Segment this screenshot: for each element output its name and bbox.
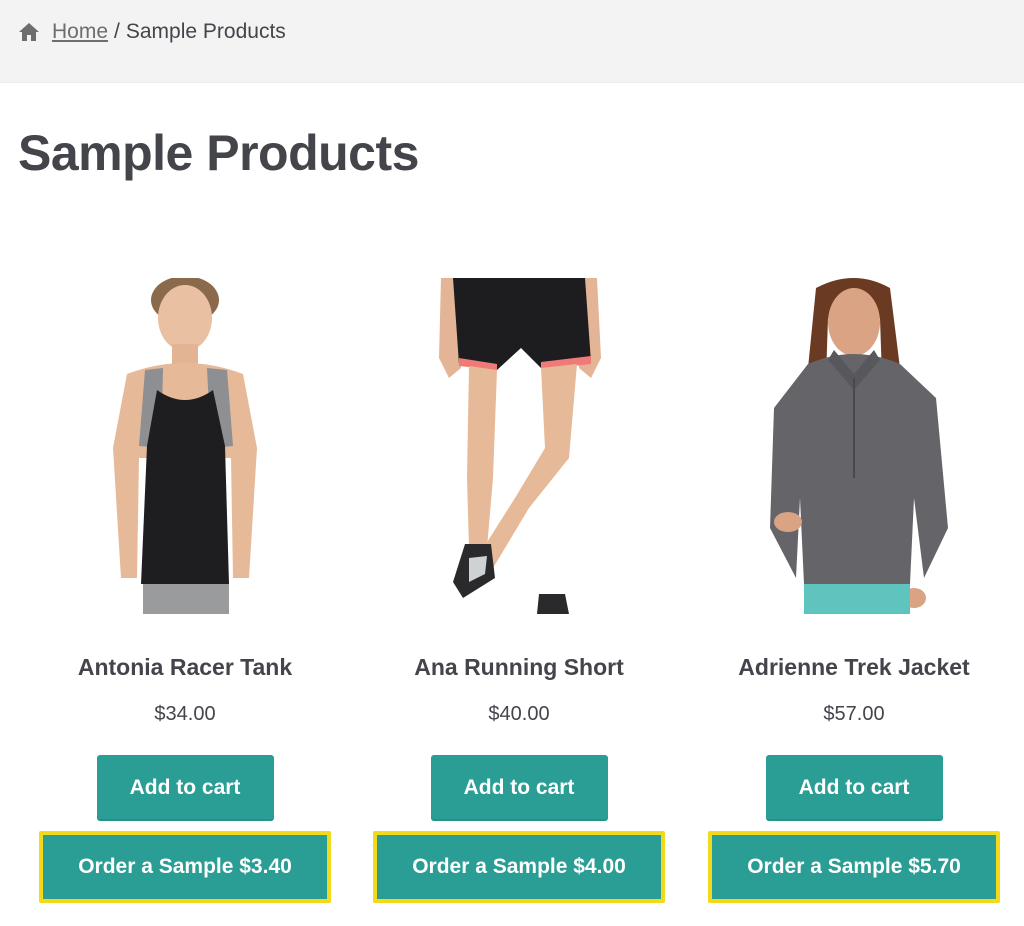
product-image-adrienne-trek-jacket[interactable]: [704, 278, 1004, 614]
product-name[interactable]: Ana Running Short: [414, 654, 624, 681]
breadcrumb-home-link[interactable]: Home: [52, 20, 108, 44]
breadcrumb-current: Sample Products: [125, 20, 286, 43]
add-to-cart-button[interactable]: Add to cart: [430, 755, 608, 821]
product-price: $40.00: [488, 703, 550, 725]
product-card: Adrienne Trek Jacket $57.00 Add to cart …: [704, 278, 1004, 903]
order-sample-button[interactable]: Order a Sample $3.40: [39, 831, 331, 903]
product-image-ana-running-short[interactable]: [369, 278, 669, 614]
page-title: Sample Products: [18, 125, 419, 181]
product-name[interactable]: Adrienne Trek Jacket: [738, 654, 969, 681]
order-sample-button[interactable]: Order a Sample $5.70: [708, 831, 1000, 903]
home-icon[interactable]: [18, 22, 40, 42]
breadcrumb-separator: /: [114, 20, 120, 43]
product-card: Antonia Racer Tank $34.00 Add to cart Or…: [35, 278, 335, 903]
add-to-cart-button[interactable]: Add to cart: [96, 755, 274, 821]
order-sample-button[interactable]: Order a Sample $4.00: [373, 831, 665, 903]
breadcrumb-bar: Home / Sample Products: [0, 0, 1024, 83]
breadcrumb: Home / Sample Products: [18, 18, 286, 46]
product-price: $34.00: [154, 703, 216, 725]
product-image-antonia-racer-tank[interactable]: [35, 278, 335, 614]
product-card: Ana Running Short $40.00 Add to cart Ord…: [369, 278, 669, 903]
product-price: $57.00: [823, 703, 885, 725]
product-name[interactable]: Antonia Racer Tank: [78, 654, 292, 681]
add-to-cart-button[interactable]: Add to cart: [765, 755, 943, 821]
